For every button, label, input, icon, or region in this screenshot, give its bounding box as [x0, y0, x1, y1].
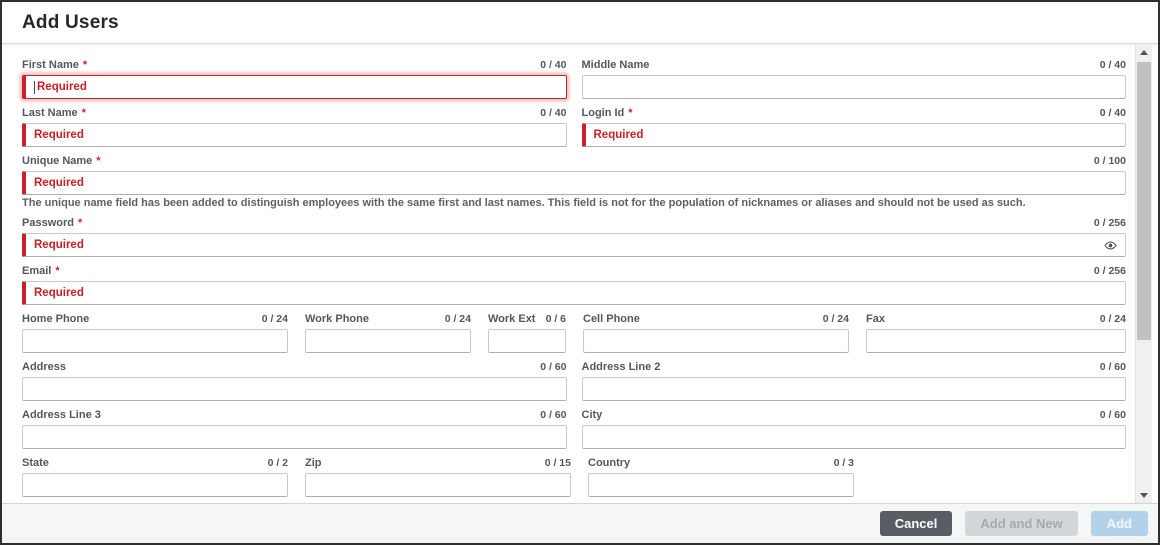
work-ext-counter: 0 / 6 — [545, 313, 566, 325]
vertical-scrollbar[interactable] — [1135, 44, 1152, 503]
required-asterisk: * — [77, 217, 83, 229]
first-name-counter: 0 / 40 — [540, 59, 567, 71]
address-line-3-field: Address Line 3 0 / 60 — [22, 408, 567, 449]
address-input[interactable] — [22, 377, 567, 401]
cell-phone-label: Cell Phone — [583, 313, 640, 325]
zip-input[interactable] — [305, 473, 571, 497]
first-name-input[interactable]: Required — [22, 75, 567, 99]
email-input[interactable]: Required — [22, 281, 1126, 305]
address-line-2-label: Address Line 2 — [581, 361, 661, 373]
unique-name-input[interactable]: Required — [22, 171, 1126, 195]
work-ext-field: Work Ext 0 / 6 — [488, 312, 566, 353]
state-label: State — [22, 457, 49, 469]
address-label: Address — [22, 361, 67, 373]
work-phone-input[interactable] — [305, 329, 471, 353]
required-asterisk: * — [81, 107, 86, 119]
cell-phone-field: Cell Phone 0 / 24 — [583, 312, 849, 353]
address-counter: 0 / 60 — [540, 361, 567, 373]
city-input[interactable] — [581, 425, 1126, 449]
zip-field: Zip 0 / 15 — [305, 456, 571, 497]
required-asterisk: * — [628, 107, 633, 119]
fax-field: Fax 0 / 24 — [866, 312, 1126, 353]
work-phone-label: Work Phone — [305, 313, 369, 325]
password-input[interactable]: Required — [22, 233, 1126, 257]
address-line-3-input[interactable] — [22, 425, 567, 449]
scroll-down-arrow-icon[interactable] — [1136, 487, 1152, 503]
address-line-2-counter: 0 / 60 — [1099, 361, 1126, 373]
unique-name-helper-text: The unique name field has been added to … — [22, 197, 1026, 209]
scroll-up-arrow-icon[interactable] — [1136, 44, 1152, 60]
add-and-new-button[interactable]: Add and New — [965, 511, 1078, 536]
country-input[interactable] — [588, 473, 854, 497]
unique-name-counter: 0 / 100 — [1093, 155, 1126, 167]
first-name-label: First Name * — [22, 59, 88, 71]
required-asterisk: * — [82, 59, 88, 71]
city-field: City 0 / 60 — [581, 408, 1126, 449]
last-name-field: Last Name * 0 / 40 Required — [22, 106, 567, 147]
address-field: Address 0 / 60 — [22, 360, 567, 401]
scrollbar-thumb[interactable] — [1137, 62, 1151, 340]
login-id-input[interactable]: Required — [581, 123, 1126, 147]
email-label: Email * — [22, 265, 60, 277]
work-ext-input[interactable] — [488, 329, 566, 353]
login-id-label: Login Id * — [581, 107, 633, 119]
middle-name-field: Middle Name 0 / 40 — [581, 58, 1126, 99]
fax-label: Fax — [866, 313, 885, 325]
state-counter: 0 / 2 — [267, 457, 288, 469]
dialog-footer: Cancel Add and New Add — [2, 503, 1158, 543]
cancel-button[interactable]: Cancel — [879, 511, 953, 536]
form-content: First Name * 0 / 40 Required Middle Name … — [2, 44, 1158, 503]
login-id-counter: 0 / 40 — [1099, 107, 1126, 119]
dialog-titlebar: Add Users — [2, 2, 1158, 44]
middle-name-label: Middle Name — [581, 59, 650, 71]
unique-name-field: Unique Name * 0 / 100 Required — [22, 154, 1126, 195]
unique-name-label: Unique Name * — [22, 155, 101, 167]
last-name-label: Last Name * — [22, 107, 86, 119]
address-line-3-label: Address Line 3 — [22, 409, 101, 421]
text-caret — [34, 80, 35, 94]
work-phone-field: Work Phone 0 / 24 — [305, 312, 471, 353]
required-asterisk: * — [55, 265, 60, 277]
show-password-icon[interactable] — [1104, 239, 1117, 252]
last-name-counter: 0 / 40 — [540, 107, 567, 119]
add-button[interactable]: Add — [1090, 511, 1148, 536]
password-label: Password * — [22, 217, 83, 229]
cell-phone-input[interactable] — [583, 329, 849, 353]
first-name-field: First Name * 0 / 40 Required — [22, 58, 567, 99]
password-counter: 0 / 256 — [1093, 217, 1126, 229]
state-field: State 0 / 2 — [22, 456, 288, 497]
middle-name-input[interactable] — [581, 75, 1126, 99]
password-field: Password * 0 / 256 Required — [22, 216, 1126, 257]
zip-counter: 0 / 15 — [544, 457, 571, 469]
city-label: City — [581, 409, 603, 421]
last-name-input[interactable]: Required — [22, 123, 567, 147]
city-counter: 0 / 60 — [1099, 409, 1126, 421]
home-phone-field: Home Phone 0 / 24 — [22, 312, 288, 353]
home-phone-label: Home Phone — [22, 313, 90, 325]
zip-label: Zip — [305, 457, 322, 469]
fax-counter: 0 / 24 — [1099, 313, 1126, 325]
address-line-3-counter: 0 / 60 — [540, 409, 567, 421]
state-input[interactable] — [22, 473, 288, 497]
form-area: First Name * 0 / 40 Required Middle Name … — [2, 44, 1158, 503]
address-line-2-field: Address Line 2 0 / 60 — [581, 360, 1126, 401]
home-phone-input[interactable] — [22, 329, 288, 353]
add-users-dialog: Add Users First Name * 0 / 40 Required M… — [0, 0, 1160, 545]
home-phone-counter: 0 / 24 — [261, 313, 288, 325]
email-counter: 0 / 256 — [1093, 265, 1126, 277]
country-field: Country 0 / 3 — [588, 456, 854, 497]
login-id-field: Login Id * 0 / 40 Required — [581, 106, 1126, 147]
fax-input[interactable] — [866, 329, 1126, 353]
cell-phone-counter: 0 / 24 — [822, 313, 849, 325]
middle-name-counter: 0 / 40 — [1099, 59, 1126, 71]
page-title: Add Users — [22, 11, 119, 33]
email-field: Email * 0 / 256 Required — [22, 264, 1126, 305]
work-phone-counter: 0 / 24 — [444, 313, 471, 325]
country-counter: 0 / 3 — [833, 457, 854, 469]
country-label: Country — [588, 457, 631, 469]
address-line-2-input[interactable] — [581, 377, 1126, 401]
work-ext-label: Work Ext — [488, 313, 536, 325]
required-asterisk: * — [96, 155, 101, 167]
